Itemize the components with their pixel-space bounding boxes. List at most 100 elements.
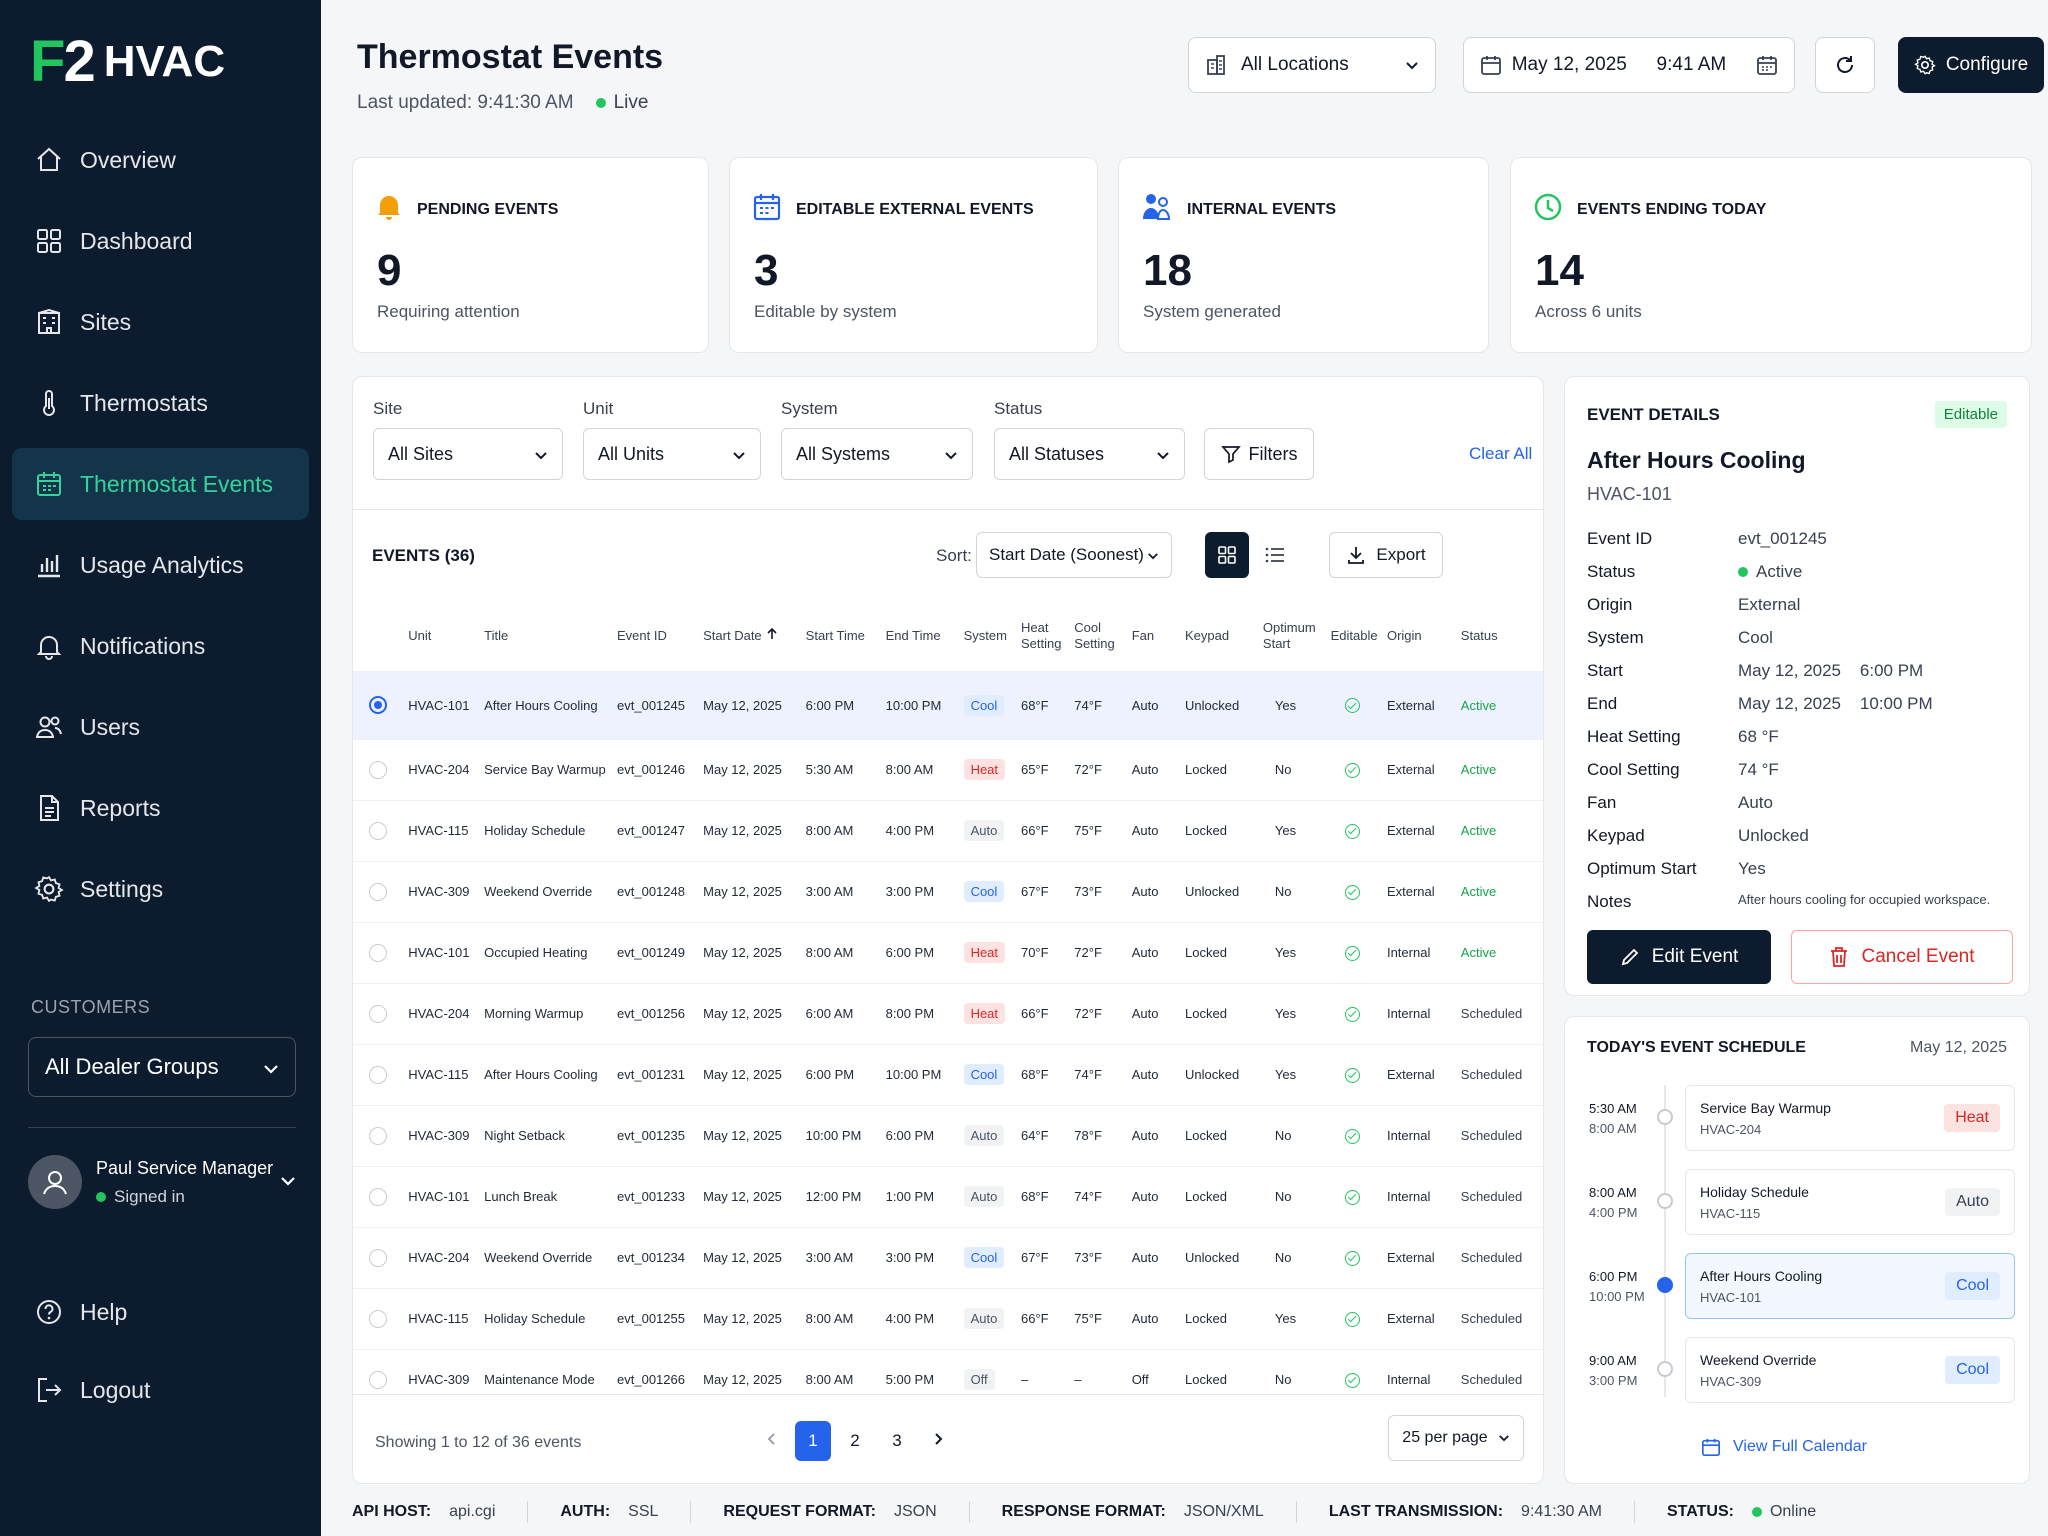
sidebar-item-logout[interactable]: Logout [12,1360,309,1420]
cell-end-time: 4:00 PM [881,799,960,861]
column-header-unit[interactable]: Unit [404,601,480,671]
cell-event-id: evt_001235 [613,1104,700,1166]
column-header-editable[interactable]: Editable [1327,601,1383,671]
table-row[interactable]: HVAC-101 Lunch Break evt_001233 May 12, … [353,1165,1543,1227]
row-select-radio[interactable] [369,882,387,901]
system-filter-select[interactable]: All Systems [781,428,973,480]
schedule-item[interactable]: 5:30 AM 8:00 AM Service Bay Warmup HVAC-… [1565,1085,2031,1151]
stat-card-subtitle: Across 6 units [1535,302,1642,321]
grid-view-button[interactable] [1205,532,1249,578]
sidebar-item-help[interactable]: Help [12,1282,309,1342]
table-row[interactable]: HVAC-204 Service Bay Warmup evt_001246 M… [353,738,1543,800]
column-header-heat-setting[interactable]: Heat Setting [1017,601,1070,671]
row-select-radio[interactable] [369,1309,387,1328]
table-row[interactable]: HVAC-115 Holiday Schedule evt_001247 May… [353,799,1543,861]
per-page-select[interactable]: 25 per page [1388,1415,1524,1461]
table-row[interactable]: HVAC-101 After Hours Cooling evt_001245 … [353,670,1543,739]
page-button-1[interactable]: 1 [795,1421,831,1461]
sidebar-item-usage-analytics[interactable]: Usage Analytics [12,529,309,601]
column-header-start-time[interactable]: Start Time [802,601,882,671]
column-header-title[interactable]: Title [480,601,613,671]
row-select-radio[interactable] [369,1065,387,1084]
cell-unit: HVAC-204 [404,738,481,800]
cell-unit: HVAC-309 [404,860,481,922]
table-row[interactable]: HVAC-204 Morning Warmup evt_001256 May 1… [353,982,1543,1044]
sidebar-item-users[interactable]: Users [12,691,309,763]
column-header-origin[interactable]: Origin [1383,601,1457,671]
page-button-3[interactable]: 3 [879,1421,915,1461]
row-select-radio[interactable] [369,1004,387,1023]
column-header-start-date[interactable]: Start Date [699,601,802,671]
next-page-button[interactable] [921,1421,957,1461]
logo-name: HVAC [103,36,226,86]
cell-origin: Internal [1382,982,1457,1044]
site-filter-select[interactable]: All Sites [373,428,563,480]
location-select[interactable]: All Locations [1188,37,1436,93]
date-time-picker[interactable]: May 12, 2025 9:41 AM [1463,37,1795,93]
sort-select[interactable]: Start Date (Soonest) [976,532,1172,578]
footer-separator [1634,1501,1635,1523]
user-menu[interactable]: Paul Service Manager Signed in [28,1155,296,1209]
column-header-system[interactable]: System [960,601,1017,671]
column-header-fan[interactable]: Fan [1128,601,1181,671]
cancel-event-button[interactable]: Cancel Event [1791,930,2013,984]
column-header-cool-setting[interactable]: Cool Setting [1070,601,1127,671]
column-header-end-time[interactable]: End Time [882,601,960,671]
row-select-radio[interactable] [369,1126,387,1145]
unit-filter-select[interactable]: All Units [583,428,761,480]
table-row[interactable]: HVAC-115 After Hours Cooling evt_001231 … [353,1043,1543,1105]
row-select-radio[interactable] [369,821,387,840]
export-button[interactable]: Export [1329,532,1443,578]
schedule-item[interactable]: 6:00 PM 10:00 PM After Hours Cooling HVA… [1565,1253,2031,1319]
cell-start-date: May 12, 2025 [699,1287,802,1349]
table-row[interactable]: HVAC-204 Weekend Override evt_001234 May… [353,1226,1543,1288]
edit-event-button[interactable]: Edit Event [1587,930,1771,984]
row-select-radio[interactable] [369,760,387,779]
row-select-radio[interactable] [369,1248,387,1267]
table-row[interactable]: HVAC-115 Holiday Schedule evt_001255 May… [353,1287,1543,1349]
stat-card-pending-events[interactable]: PENDING EVENTS 9 Requiring attention [352,157,709,353]
schedule-item[interactable]: 8:00 AM 4:00 PM Holiday Schedule HVAC-11… [1565,1169,2031,1235]
stat-card-events-ending-today[interactable]: EVENTS ENDING TODAY 14 Across 6 units [1510,157,2032,353]
sidebar-item-notifications[interactable]: Notifications [12,610,309,682]
schedule-item[interactable]: 9:00 AM 3:00 PM Weekend Override HVAC-30… [1565,1337,2031,1403]
nav-item-label: Sites [80,308,132,335]
table-row[interactable]: HVAC-309 Weekend Override evt_001248 May… [353,860,1543,922]
sidebar-item-overview[interactable]: Overview [12,124,309,196]
cell-start-date: May 12, 2025 [699,982,802,1044]
column-header-keypad[interactable]: Keypad [1181,601,1259,671]
sidebar-item-settings[interactable]: Settings [12,853,309,925]
sidebar-item-dashboard[interactable]: Dashboard [12,205,309,277]
clear-all-link[interactable]: Clear All [1469,444,1532,464]
configure-button[interactable]: Configure [1898,37,2044,93]
sidebar-item-thermostats[interactable]: Thermostats [12,367,309,439]
stat-card-internal-events[interactable]: INTERNAL EVENTS 18 System generated [1118,157,1489,353]
row-select-radio[interactable] [369,696,387,714]
row-select-radio[interactable] [369,1370,387,1389]
brand-logo[interactable]: F2 HVAC [30,28,225,95]
table-row[interactable]: HVAC-309 Maintenance Mode evt_001266 May… [353,1348,1543,1410]
view-full-calendar-link[interactable]: View Full Calendar [1701,1437,1867,1457]
prev-page-button[interactable] [753,1421,789,1461]
dealer-group-select[interactable]: All Dealer Groups [28,1037,296,1097]
table-row[interactable]: HVAC-101 Occupied Heating evt_001249 May… [353,921,1543,983]
column-header-event-id[interactable]: Event ID [613,601,699,671]
stat-card-editable-external-events[interactable]: EDITABLE EXTERNAL EVENTS 3 Editable by s… [729,157,1098,353]
filters-button[interactable]: Filters [1204,428,1314,480]
table-row[interactable]: HVAC-309 Night Setback evt_001235 May 12… [353,1104,1543,1166]
sidebar-item-sites[interactable]: Sites [12,286,309,358]
row-select-radio[interactable] [369,943,387,962]
row-select-radio[interactable] [369,1187,387,1206]
column-header-optimum-start[interactable]: Optimum Start [1259,601,1327,671]
page-button-2[interactable]: 2 [837,1421,873,1461]
site-filter-label: Site [373,399,403,418]
refresh-button[interactable] [1815,37,1875,93]
status-filter-select[interactable]: All Statuses [994,428,1185,480]
sidebar-item-reports[interactable]: Reports [12,772,309,844]
cell-heat-setting: 67°F [1016,1226,1071,1288]
sidebar-item-thermostat-events[interactable]: Thermostat Events [12,448,309,520]
column-header-status[interactable]: Status [1457,601,1543,671]
cell-fan: Auto [1127,1043,1181,1105]
list-view-button[interactable] [1253,532,1297,578]
timeline-dot [1657,1277,1673,1293]
